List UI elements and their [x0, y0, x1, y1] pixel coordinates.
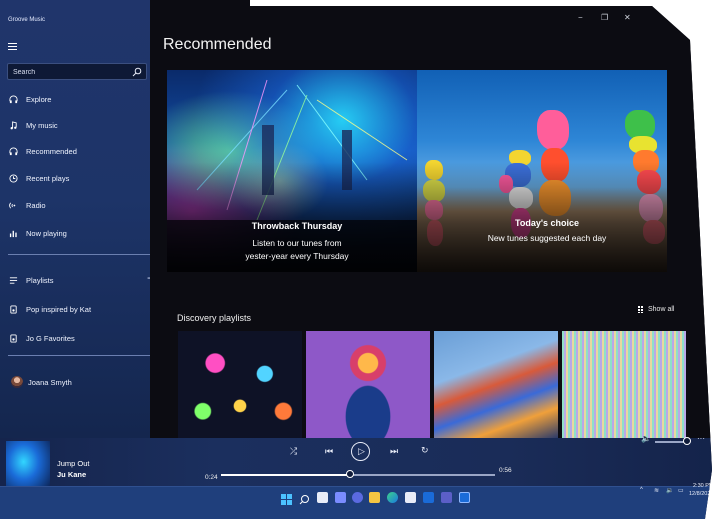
hero-subtitle: yester-year every Thursday	[245, 251, 349, 261]
volume-icon[interactable]: 🔈	[641, 434, 651, 443]
sidebar-item-recommended[interactable]: Recommended	[0, 140, 160, 162]
sidebar-item-playlists[interactable]: Playlists	[0, 269, 160, 291]
sidebar-item-my-music[interactable]: My music	[0, 114, 160, 136]
grid-icon	[638, 306, 643, 313]
app-title: Groove Music	[8, 17, 46, 23]
playlist-icon	[0, 333, 26, 343]
wifi-icon[interactable]: ≋	[654, 487, 659, 494]
start-icon[interactable]	[281, 492, 292, 505]
desktop-screen: Groove Music Explore My music Recommende…	[0, 0, 714, 519]
music-note-icon	[0, 120, 26, 130]
section-title: Discovery playlists	[177, 313, 252, 323]
track-title[interactable]: Jump Out	[57, 459, 90, 468]
divider	[8, 355, 158, 356]
sidebar-item-label: Recent plays	[26, 173, 70, 183]
track-artist[interactable]: Ju Kane	[57, 470, 86, 479]
sidebar: Groove Music Explore My music Recommende…	[0, 0, 168, 438]
sidebar-item-label: Recommended	[26, 146, 77, 156]
playlist-icon	[0, 304, 26, 314]
show-all-label: Show all	[648, 306, 675, 313]
more-options-icon[interactable]: ···	[697, 434, 705, 443]
headphones-icon	[0, 146, 26, 156]
play-button[interactable]: ▷	[351, 442, 370, 461]
hero-subtitle: Listen to our tunes from	[252, 238, 342, 248]
tray-chevron-icon[interactable]: ^	[640, 487, 643, 493]
edge-icon[interactable]	[387, 492, 398, 503]
sidebar-item-explore[interactable]: Explore	[0, 88, 160, 110]
next-icon[interactable]: ⏭	[390, 446, 398, 457]
sidebar-item-now-playing[interactable]: Now playing	[0, 222, 160, 244]
playlists-icon	[0, 276, 26, 285]
radio-icon	[0, 201, 26, 210]
playlist-thumbnail[interactable]	[178, 331, 302, 438]
clock-icon	[0, 173, 26, 183]
previous-icon[interactable]: ⏮	[325, 446, 333, 457]
main-content: − ❐ ✕ Recommended Throwback Thursday Lis…	[150, 0, 712, 438]
sidebar-item-radio[interactable]: Radio	[0, 194, 160, 216]
sidebar-item-label: My music	[26, 120, 58, 130]
sidebar-item-label: Radio	[26, 200, 46, 210]
search-input[interactable]	[13, 66, 128, 78]
search-icon[interactable]	[132, 67, 142, 77]
sidebar-item-playlist[interactable]: Pop inspired by Kat	[0, 298, 160, 320]
search-icon[interactable]	[299, 492, 310, 505]
shuffle-icon[interactable]: ⤮	[290, 446, 297, 457]
sidebar-item-label: Playlists	[26, 275, 54, 285]
play-icon: ▷	[358, 446, 365, 456]
teams-icon[interactable]	[441, 492, 452, 503]
sidebar-item-label: Now playing	[26, 228, 67, 238]
page-title: Recommended	[163, 36, 272, 53]
progress-slider[interactable]	[221, 470, 495, 478]
hero-banner: Throwback Thursday Listen to our tunes f…	[167, 70, 667, 272]
file-explorer-icon[interactable]	[369, 492, 380, 503]
sidebar-item-label: Pop inspired by Kat	[26, 304, 92, 314]
battery-icon[interactable]: ▭	[678, 487, 684, 494]
clock-date: 12/8/2021	[689, 491, 714, 497]
sidebar-item-label: Explore	[26, 94, 52, 104]
user-name[interactable]: Joana Smyth	[28, 378, 72, 387]
playlist-thumbnail[interactable]	[306, 331, 430, 438]
sidebar-item-recent-plays[interactable]: Recent plays	[0, 167, 160, 189]
repeat-icon[interactable]: ↻	[421, 445, 429, 456]
playlist-thumbnail[interactable]	[562, 331, 686, 438]
outlook-icon[interactable]	[423, 492, 434, 503]
hero-title: Throwback Thursday	[251, 221, 343, 231]
sidebar-item-playlist[interactable]: Jo G Favorites	[0, 327, 160, 349]
groove-music-taskbar-icon[interactable]	[459, 492, 470, 503]
speaker-icon[interactable]: 🔉	[666, 487, 673, 494]
clock-time: 2:30 PM	[692, 483, 714, 489]
progress-thumb[interactable]	[345, 470, 354, 478]
playlist-thumbnail[interactable]	[434, 331, 558, 438]
widgets-icon[interactable]	[335, 492, 346, 503]
divider	[8, 254, 158, 255]
hamburger-menu-icon[interactable]	[8, 43, 17, 50]
avatar[interactable]	[11, 376, 23, 388]
progress-fill	[221, 474, 350, 476]
chat-icon[interactable]	[352, 492, 363, 503]
hero-title: Today's choice	[515, 218, 579, 228]
sidebar-item-label: Jo G Favorites	[26, 333, 75, 343]
elapsed-time: 0:24	[205, 474, 218, 481]
taskbar	[0, 486, 712, 519]
headphones-icon	[0, 94, 26, 104]
maximize-icon[interactable]: ❐	[601, 13, 608, 22]
hero-subtitle: New tunes suggested each day	[487, 233, 607, 243]
volume-slider-thumb[interactable]	[683, 437, 691, 445]
duration-time: 0:56	[499, 467, 512, 474]
search-box	[7, 63, 147, 80]
show-all-link[interactable]: Show all	[638, 306, 674, 313]
minimize-icon[interactable]: −	[578, 13, 583, 22]
task-view-icon[interactable]	[317, 492, 328, 503]
taskbar-clock[interactable]: 2:30 PM 12/8/2021	[689, 482, 714, 498]
close-icon[interactable]: ✕	[624, 13, 631, 22]
store-icon[interactable]	[405, 492, 416, 503]
bars-icon	[0, 229, 26, 238]
